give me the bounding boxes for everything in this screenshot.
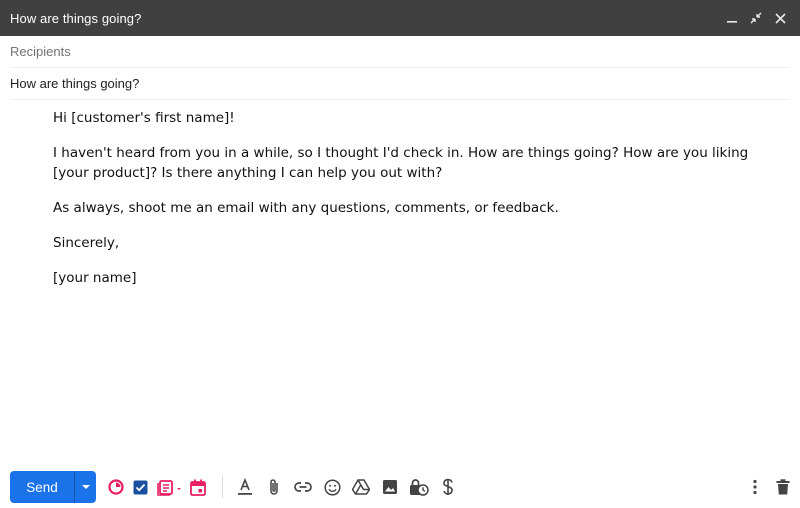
- subject-value: How are things going?: [10, 76, 140, 91]
- link-icon[interactable]: [291, 475, 315, 499]
- drive-icon[interactable]: [349, 475, 373, 499]
- compose-toolbar: Send: [10, 471, 795, 503]
- body-paragraph: I haven't heard from you in a while, so …: [53, 145, 749, 181]
- formatting-icon[interactable]: [233, 475, 257, 499]
- body-paragraph: Hi [customer's first name]!: [53, 110, 235, 126]
- attach-icon[interactable]: [262, 475, 286, 499]
- payment-icon[interactable]: [436, 475, 460, 499]
- checkbox-icon[interactable]: [128, 475, 152, 499]
- body-paragraph: As always, shoot me an email with any qu…: [53, 200, 559, 216]
- trash-icon[interactable]: [771, 475, 795, 499]
- exit-fullscreen-icon[interactable]: [746, 8, 766, 28]
- message-body[interactable]: Hi [customer's first name]! I haven't he…: [53, 108, 773, 303]
- window-title: How are things going?: [10, 10, 142, 26]
- subject-field[interactable]: How are things going?: [10, 68, 790, 100]
- compose-titlebar: How are things going?: [0, 0, 800, 36]
- template-icon[interactable]: [156, 475, 186, 499]
- minimize-icon[interactable]: [722, 8, 742, 28]
- recipients-field[interactable]: Recipients: [10, 36, 790, 68]
- window-controls: [722, 8, 790, 28]
- emoji-icon[interactable]: [320, 475, 344, 499]
- recipients-placeholder: Recipients: [10, 44, 71, 59]
- extension-pie-icon[interactable]: [104, 475, 128, 499]
- close-icon[interactable]: [770, 8, 790, 28]
- calendar-icon[interactable]: [186, 475, 210, 499]
- confidential-icon[interactable]: [407, 475, 431, 499]
- more-options-icon[interactable]: [743, 475, 767, 499]
- body-paragraph: Sincerely,: [53, 235, 120, 251]
- send-button[interactable]: Send: [10, 471, 74, 503]
- send-options-icon[interactable]: [74, 471, 96, 503]
- toolbar-divider: [222, 476, 223, 498]
- body-paragraph: [your name]: [53, 270, 137, 286]
- photo-icon[interactable]: [378, 475, 402, 499]
- send-button-group: Send: [10, 471, 96, 503]
